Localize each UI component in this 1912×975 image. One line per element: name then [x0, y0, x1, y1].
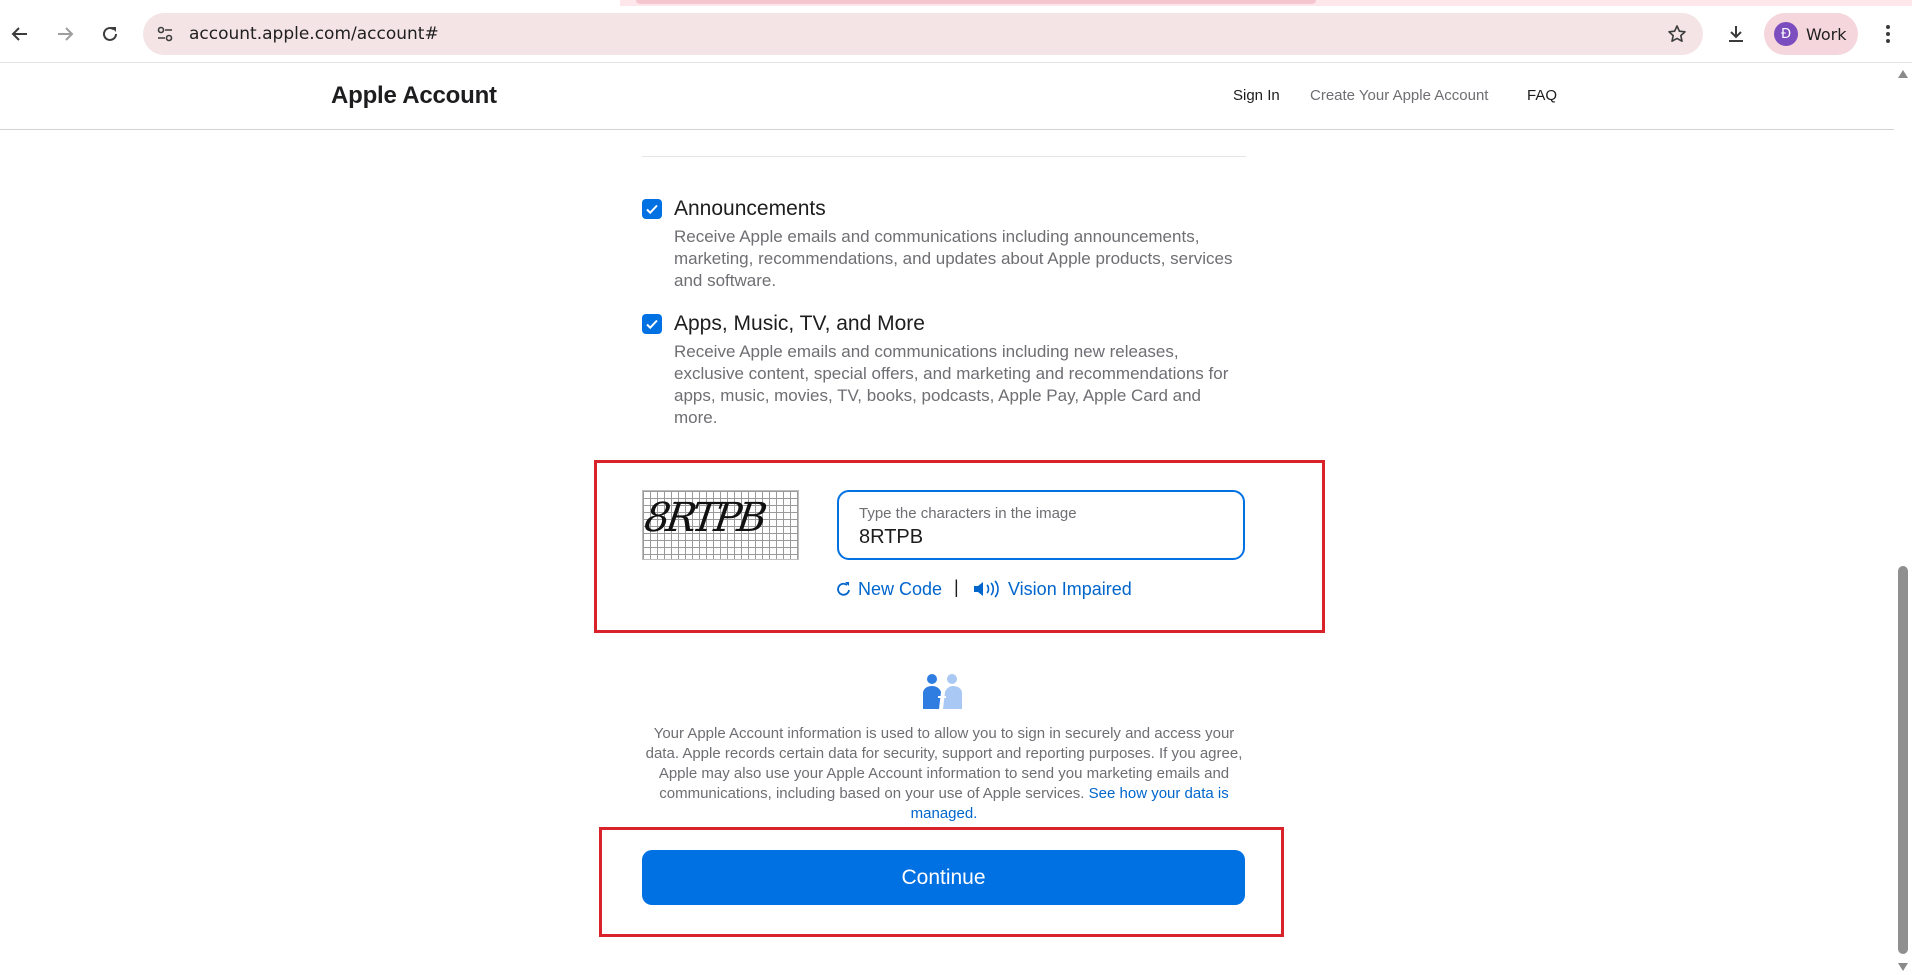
- section-divider: [642, 156, 1246, 157]
- tab-strip: [0, 0, 1912, 6]
- checkmark-icon: [646, 319, 658, 330]
- new-code-label: New Code: [858, 578, 943, 599]
- new-code-link[interactable]: New Code: [836, 577, 942, 601]
- captcha-input[interactable]: [859, 526, 1219, 549]
- nav-faq[interactable]: FAQ: [1527, 87, 1557, 104]
- nav-create-account[interactable]: Create Your Apple Account: [1310, 87, 1488, 104]
- inactive-tab[interactable]: [636, 0, 1316, 4]
- captcha-image-text: 8RTPB: [642, 495, 767, 541]
- site-settings-icon[interactable]: [153, 22, 177, 46]
- continue-button[interactable]: Continue: [642, 850, 1245, 905]
- back-icon[interactable]: [4, 18, 36, 50]
- reload-icon[interactable]: [94, 18, 126, 50]
- refresh-icon: [837, 582, 850, 596]
- vision-impaired-link[interactable]: Vision Impaired: [972, 577, 1132, 601]
- vision-impaired-label: Vision Impaired: [1008, 578, 1132, 599]
- download-icon[interactable]: [1720, 18, 1752, 50]
- apps-music-tv-checkbox[interactable]: [642, 314, 662, 334]
- profile-name: Work: [1806, 24, 1847, 44]
- captcha-field-label: Type the characters in the image: [859, 505, 1077, 522]
- preference-description: Receive Apple emails and communications …: [674, 342, 1229, 427]
- brand-title[interactable]: Apple Account: [331, 82, 497, 110]
- preference-description: Receive Apple emails and communications …: [674, 227, 1233, 290]
- preference-title: Apps, Music, TV, and More: [674, 312, 925, 335]
- scroll-down-arrow-icon[interactable]: [1898, 963, 1908, 971]
- announcements-checkbox[interactable]: [642, 199, 662, 219]
- page-scrollbar[interactable]: [1894, 64, 1912, 975]
- data-privacy-people-icon: [923, 674, 962, 709]
- captcha-input-field[interactable]: Type the characters in the image: [837, 490, 1245, 560]
- kebab-menu-icon[interactable]: [1872, 18, 1904, 50]
- privacy-notice: Your Apple Account information is used t…: [642, 724, 1246, 824]
- captcha-image: 8RTPB: [642, 490, 799, 560]
- scrollbar-thumb[interactable]: [1898, 566, 1908, 954]
- bookmark-star-icon[interactable]: [1665, 22, 1689, 46]
- speaker-icon: [974, 580, 999, 598]
- url-text[interactable]: account.apple.com/account#: [189, 24, 439, 44]
- active-tab[interactable]: [0, 0, 620, 6]
- forward-icon[interactable]: [49, 18, 81, 50]
- site-header: Apple Account Sign In Create Your Apple …: [0, 64, 1894, 130]
- profile-button[interactable]: Đ Work: [1764, 13, 1858, 55]
- preference-title: Announcements: [674, 197, 826, 220]
- nav-sign-in[interactable]: Sign In: [1233, 87, 1280, 104]
- browser-toolbar: account.apple.com/account# Đ Work: [0, 0, 1912, 63]
- avatar: Đ: [1774, 22, 1798, 46]
- address-bar[interactable]: account.apple.com/account#: [143, 13, 1703, 55]
- link-separator: |: [954, 577, 959, 597]
- scroll-up-arrow-icon[interactable]: [1898, 70, 1908, 78]
- checkmark-icon: [646, 204, 658, 215]
